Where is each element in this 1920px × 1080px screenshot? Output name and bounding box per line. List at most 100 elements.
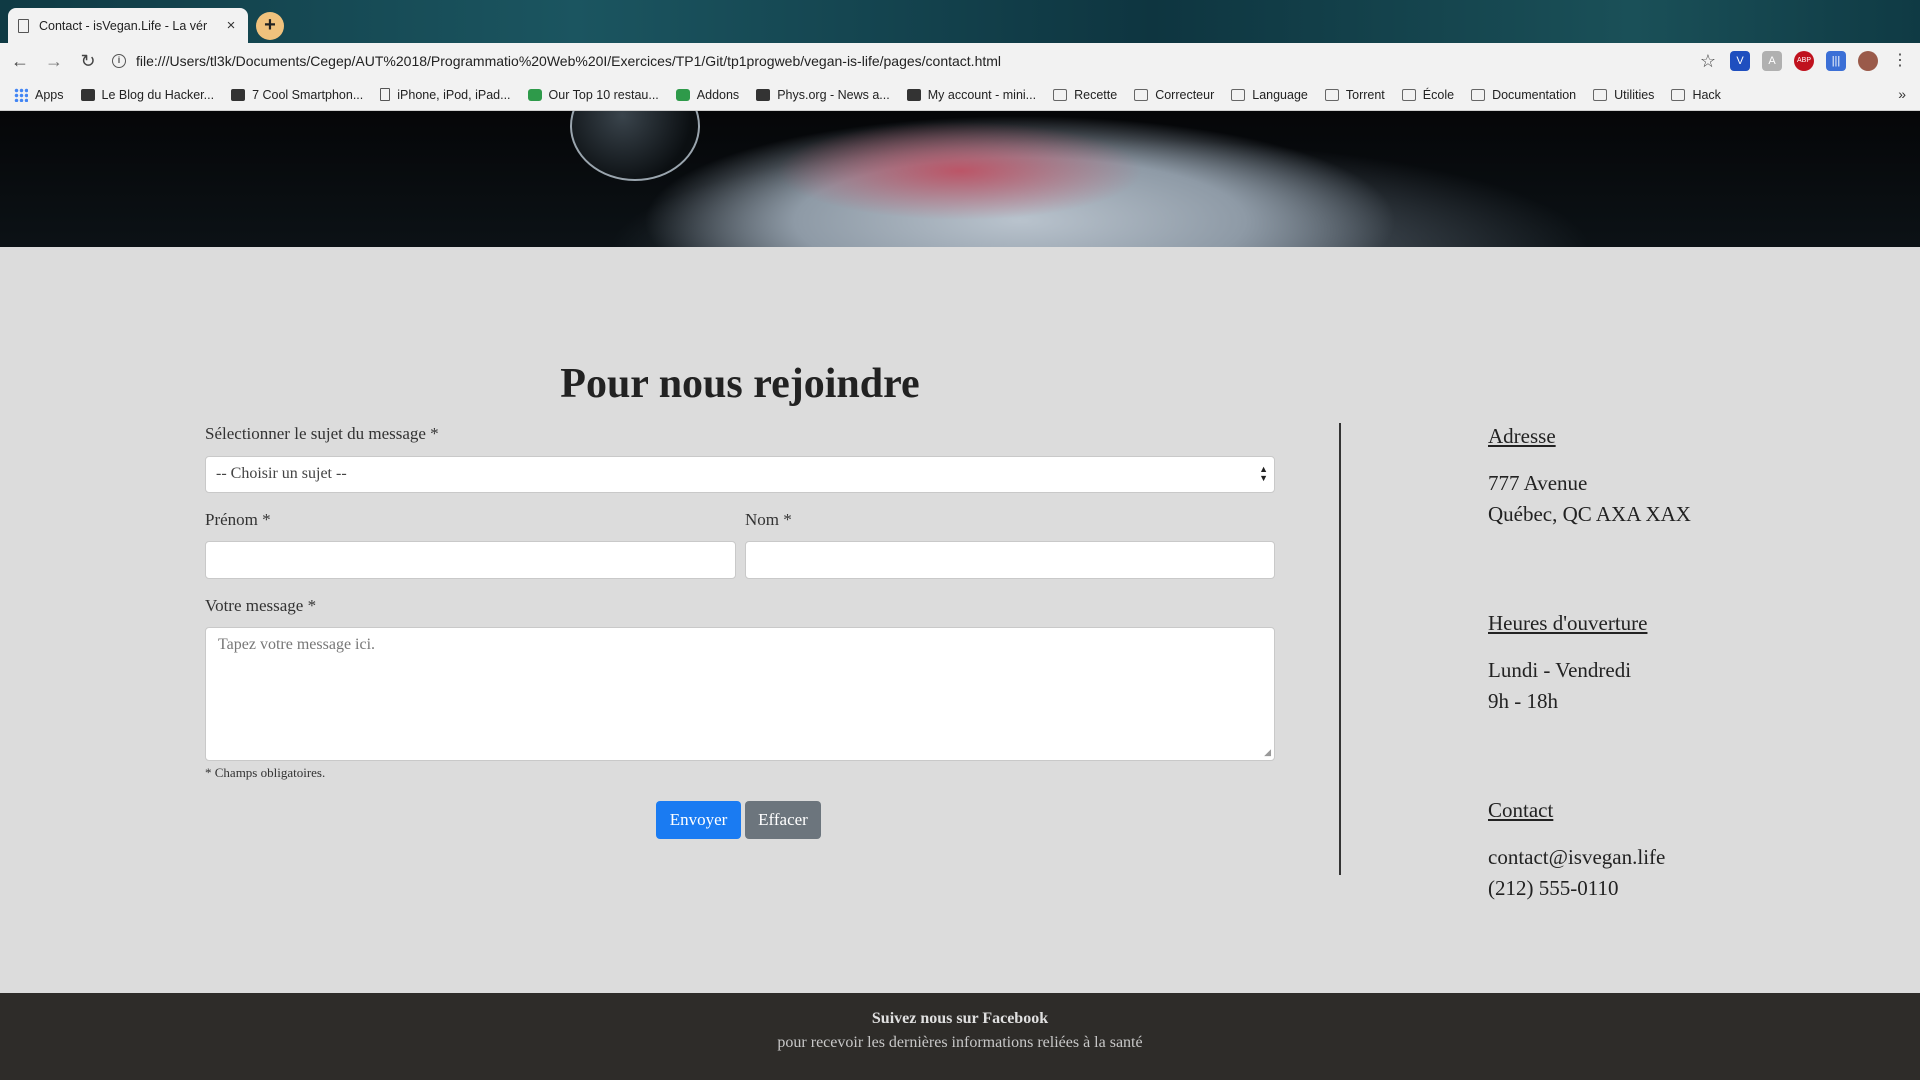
bookmark-label: Utilities [1614,87,1655,102]
bookmark-item[interactable]: My account - mini... [906,87,1037,102]
favicon-icon [675,88,690,101]
bookmark-label: Apps [35,87,64,102]
bookmark-label: Correcteur [1155,87,1215,102]
back-button[interactable]: ← [6,47,34,75]
folder-icon [1053,88,1068,101]
profile-avatar-icon[interactable] [1858,51,1878,71]
message-textarea[interactable]: Tapez votre message ici. ◢ [205,627,1275,761]
browser-tabstrip: Contact - isVegan.Life - La vér × + [0,0,1920,43]
subject-selected-value: -- Choisir un sujet -- [216,465,347,482]
adblock-icon[interactable]: ABP [1794,51,1814,71]
menu-dots-icon[interactable]: ⋮ [1890,51,1910,71]
bookmark-item[interactable]: 7 Cool Smartphon... [231,88,363,102]
folder-icon [1471,88,1486,101]
subject-select[interactable]: -- Choisir un sujet -- ▲ ▼ [205,456,1275,493]
footer-subtext: pour recevoir les dernières informations… [777,1034,1143,1051]
address-heading: Adresse [1488,424,1556,448]
browser-tab[interactable]: Contact - isVegan.Life - La vér × [8,8,248,43]
address-line-1: 777 Avenue [1488,471,1588,495]
close-tab-icon[interactable]: × [224,17,238,34]
folder-icon [1671,88,1686,101]
grey-extension-icon[interactable]: A [1762,51,1782,71]
resize-grip-icon[interactable]: ◢ [1264,747,1271,758]
contact-email[interactable]: contact@isvegan.life [1488,845,1665,870]
vertical-divider [1339,423,1341,875]
bookmark-item[interactable]: Language [1231,88,1308,102]
hours-heading: Heures d'ouverture [1488,611,1648,635]
bookmark-item[interactable]: Hack [1671,87,1721,102]
address-bar[interactable]: i file:///Users/tl3k/Documents/Cegep/AUT… [112,47,1672,75]
v-extension-icon[interactable]: V [1730,51,1750,71]
bars-extension-icon[interactable]: ||| [1826,51,1846,71]
page-footer: Suivez nous sur Facebook pour recevoir l… [0,993,1920,1080]
message-label: Votre message * [205,596,317,615]
clear-button[interactable]: Effacer [745,801,821,839]
favicon-icon [906,88,921,101]
water-drop-graphic [570,111,700,181]
extensions-bar: ☆ V A ABP ||| ⋮ [1698,49,1910,73]
hours-times: 9h - 18h [1488,689,1558,713]
bookmark-label: 7 Cool Smartphon... [252,87,364,102]
prenom-input[interactable] [205,541,736,579]
bookmark-item[interactable]: Our Top 10 restau... [527,87,659,102]
bookmark-label: Documentation [1492,87,1577,102]
bookmark-label: Language [1252,87,1308,102]
folder-icon [1231,88,1246,101]
bookmark-label: Torrent [1345,87,1385,102]
bookmark-star-icon[interactable]: ☆ [1698,51,1718,71]
bookmark-label: Recette [1074,87,1118,102]
prenom-label: Prénom * [205,510,271,529]
bookmarks-bar: Apps Le Blog du Hacker... 7 Cool Smartphon… [0,79,1920,111]
bookmark-label: Our Top 10 restau... [548,87,659,102]
reload-button[interactable]: ↻ [74,47,102,75]
bookmark-label: Le Blog du Hacker... [101,87,215,102]
nom-input[interactable] [745,541,1275,579]
info-icon[interactable]: i [112,54,126,68]
subject-label: Sélectionner le sujet du message * [205,424,439,443]
bookmark-item[interactable]: Torrent [1324,87,1385,102]
hours-days: Lundi - Vendredi [1488,658,1632,682]
favicon-icon [756,88,771,101]
hero-banner-image [0,111,1920,247]
bookmark-item[interactable]: École [1401,87,1455,102]
bookmark-item[interactable]: Le Blog du Hacker... [80,87,215,102]
bookmark-label: Addons [696,87,740,102]
bookmark-item[interactable]: iPhone, iPod, iPad... [380,87,511,102]
folder-icon [1593,88,1608,101]
bookmark-item[interactable]: Phys.org - News a... [756,88,890,102]
bookmark-label: Phys.org - News a... [777,87,890,102]
document-icon [18,18,29,33]
favicon-icon [80,88,95,101]
message-placeholder: Tapez votre message ici. [218,636,376,653]
bookmark-label: My account - mini... [927,87,1037,102]
folder-icon [1324,88,1339,101]
bookmark-item[interactable]: Addons [675,87,740,102]
send-button[interactable]: Envoyer [656,801,741,839]
contact-phone[interactable]: (212) 555-0110 [1488,876,1618,901]
bookmarks-overflow-icon[interactable]: » [1898,86,1906,102]
required-fields-note: * Champs obligatoires. [205,765,326,780]
new-tab-button[interactable]: + [256,12,284,40]
address-line-2: Québec, QC AXA XAX [1488,502,1691,526]
bookmark-item[interactable]: Correcteur [1134,88,1214,102]
favicon-icon [380,88,391,101]
bookmark-label: Hack [1692,87,1721,102]
favicon-icon [527,88,542,101]
bookmark-item[interactable]: Utilities [1593,88,1654,102]
contact-heading: Contact [1488,798,1554,822]
select-arrows-icon: ▲ ▼ [1259,464,1268,483]
bookmark-label: École [1422,87,1455,102]
bookmark-label: iPhone, iPod, iPad... [397,87,511,102]
favicon-icon [231,88,246,101]
apps-grid-icon [14,87,28,102]
tab-title: Contact - isVegan.Life - La vér [39,18,208,33]
footer-facebook-link[interactable]: Suivez nous sur Facebook [0,1010,1920,1028]
forward-button[interactable]: → [40,47,68,75]
bookmark-item[interactable]: Documentation [1471,88,1576,102]
browser-toolbar: ← → ↻ i file:///Users/tl3k/Documents/Ceg… [0,43,1920,79]
url-text[interactable]: file:///Users/tl3k/Documents/Cegep/AUT%2… [136,53,1001,69]
folder-icon [1401,88,1416,101]
folder-icon [1134,88,1149,101]
bookmark-item[interactable]: Apps [14,87,64,102]
bookmark-item[interactable]: Recette [1053,88,1117,102]
